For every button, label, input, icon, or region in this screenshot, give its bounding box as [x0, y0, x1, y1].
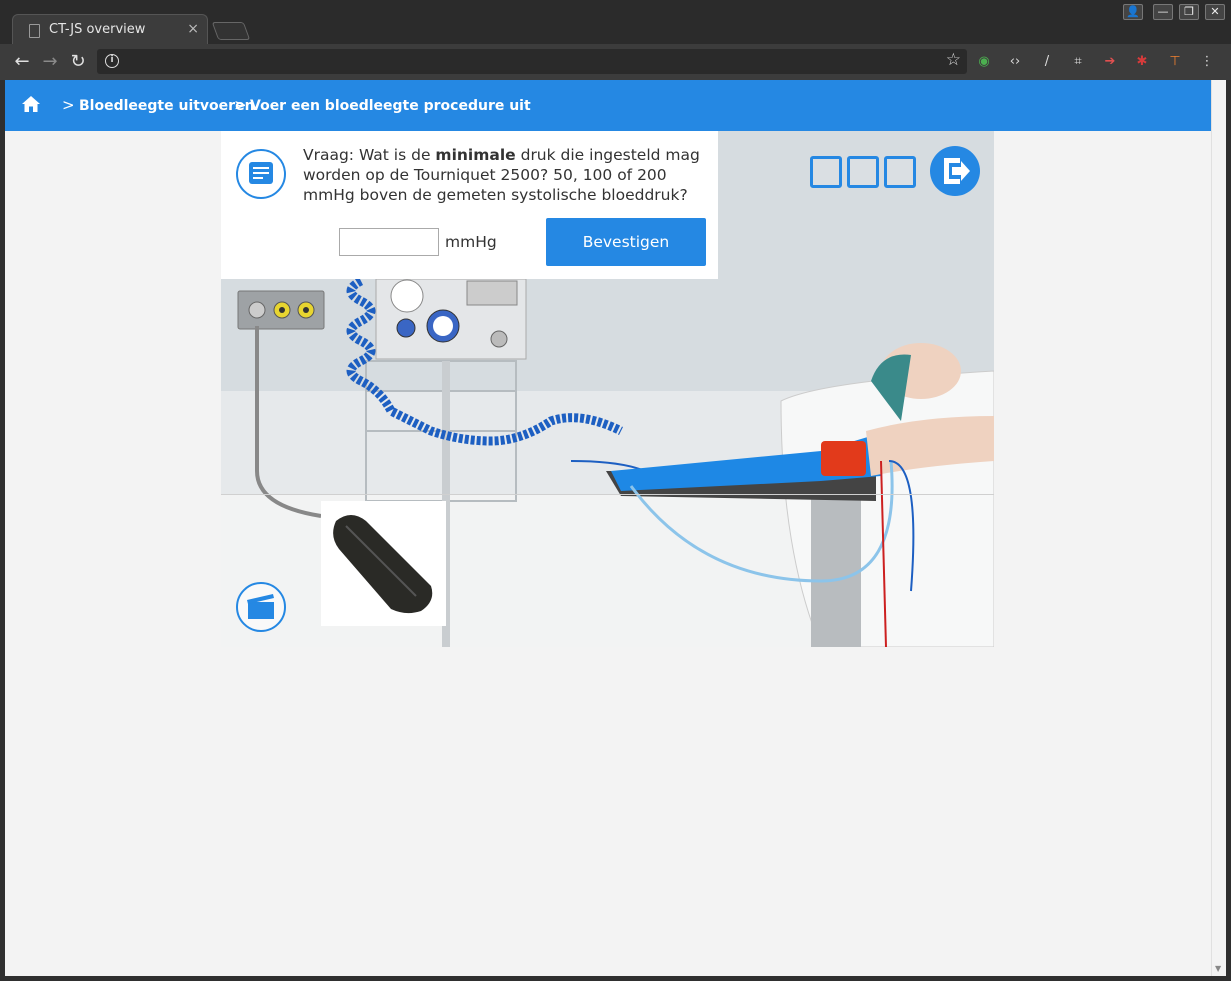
tab-title: CT-JS overview	[49, 22, 146, 37]
tool-ext-icon[interactable]: ⊤	[1166, 53, 1184, 71]
progress-step-2	[847, 156, 879, 188]
arrow-ext-icon[interactable]: ➔	[1101, 53, 1119, 71]
reload-icon[interactable]: ↻	[66, 50, 90, 74]
search-ext-icon[interactable]: ◉	[975, 53, 993, 71]
home-icon[interactable]	[21, 94, 41, 114]
maximize-button[interactable]: ❐	[1179, 4, 1199, 20]
address-bar[interactable]: i ☆	[97, 49, 967, 74]
back-icon[interactable]: ←	[10, 50, 34, 74]
progress-step-1	[810, 156, 842, 188]
unit-label: mmHg	[445, 233, 497, 251]
question-panel: Vraag: Wat is de minimale druk die inges…	[221, 131, 718, 279]
pressure-input[interactable]	[339, 228, 439, 256]
breadcrumb-bar: > Bloedleegte uitvoeren > Voer een bloed…	[5, 80, 1211, 131]
floor-line	[221, 494, 994, 495]
close-window-button[interactable]: ✕	[1205, 4, 1225, 20]
breadcrumb-separator: >	[234, 96, 247, 114]
question-icon	[236, 149, 286, 199]
scroll-down-icon[interactable]: ▼	[1215, 964, 1221, 973]
browser-toolbar: ← → ↻ i ☆ ◉ ‹› / ⌗ ➔ ✱ ⊤ ⋮	[0, 44, 1231, 80]
new-tab-button[interactable]	[211, 22, 251, 40]
clapperboard-icon	[247, 594, 274, 619]
forward-icon[interactable]: →	[38, 50, 62, 74]
pen-ext-icon[interactable]: /	[1038, 53, 1056, 71]
info-icon[interactable]: i	[105, 54, 119, 68]
tab-close-icon[interactable]: ×	[187, 21, 199, 37]
menu-icon[interactable]: ⋮	[1198, 53, 1216, 71]
question-prefix: Vraag: Wat is de	[303, 146, 436, 164]
breadcrumb-separator: >	[62, 96, 75, 114]
minimize-button[interactable]: —	[1153, 4, 1173, 20]
bandage-image	[333, 515, 433, 614]
simulation-scene: Vraag: Wat is de minimale druk die inges…	[221, 131, 994, 647]
exit-button[interactable]	[930, 146, 980, 196]
bookmark-star-icon[interactable]: ☆	[946, 50, 961, 70]
bandage-inset-image	[321, 501, 446, 626]
page-scrollbar[interactable]: ▼	[1211, 80, 1226, 976]
question-emphasis: minimale	[435, 146, 516, 164]
breadcrumb-item-procedure[interactable]: Voer een bloedleegte procedure uit	[250, 98, 531, 114]
profile-button[interactable]: 👤	[1123, 4, 1143, 20]
bug-ext-icon[interactable]: ✱	[1133, 53, 1151, 71]
video-button[interactable]	[236, 582, 286, 632]
code-ext-icon[interactable]: ‹›	[1006, 53, 1024, 71]
confirm-button[interactable]: Bevestigen	[546, 218, 706, 266]
browser-window: CT-JS overview × 👤 — ❐ ✕ ← → ↻ i ☆ ◉ ‹› / ⌗…	[0, 0, 1231, 981]
breadcrumb-item-bloedleegte[interactable]: Bloedleegte uitvoeren	[79, 98, 255, 114]
browser-tab[interactable]: CT-JS overview ×	[12, 14, 208, 46]
exit-icon	[944, 158, 970, 184]
question-text: Vraag: Wat is de minimale druk die inges…	[303, 145, 713, 205]
progress-step-3	[884, 156, 916, 188]
title-bar: CT-JS overview × 👤 — ❐ ✕	[0, 0, 1231, 46]
crop-ext-icon[interactable]: ⌗	[1069, 53, 1087, 71]
page-content: > Bloedleegte uitvoeren > Voer een bloed…	[5, 80, 1211, 976]
document-icon	[29, 24, 40, 38]
